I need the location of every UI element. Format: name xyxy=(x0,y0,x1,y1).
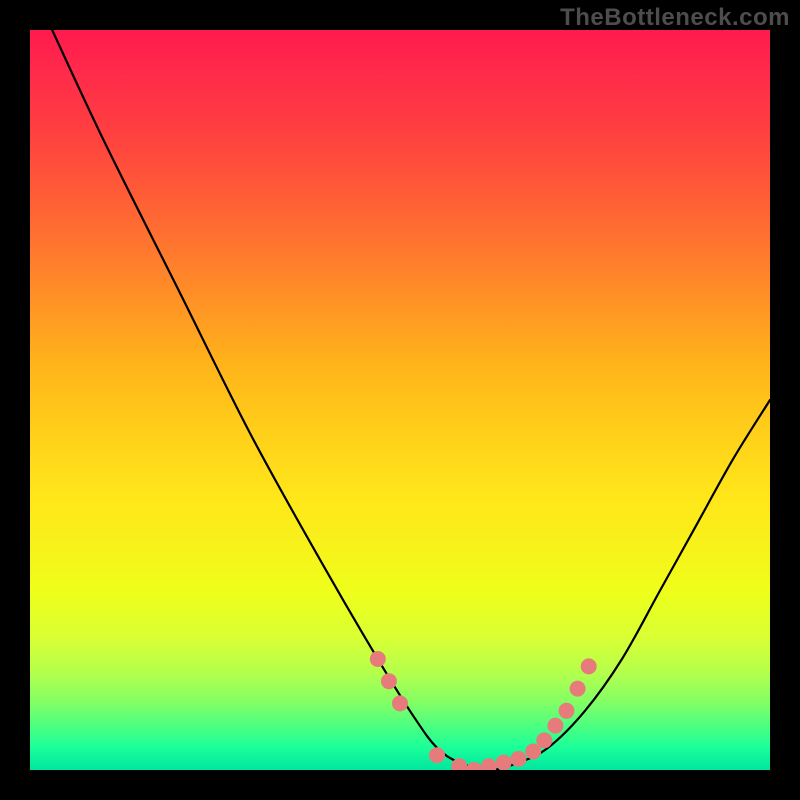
curve-layer xyxy=(30,30,770,770)
marker-dot xyxy=(536,732,552,748)
marker-dot xyxy=(510,751,526,767)
marker-dot xyxy=(466,762,482,770)
marker-dots xyxy=(370,651,597,770)
marker-dot xyxy=(570,681,586,697)
marker-dot xyxy=(392,695,408,711)
marker-dot xyxy=(370,651,386,667)
marker-dot xyxy=(547,718,563,734)
marker-dot xyxy=(481,758,497,770)
marker-dot xyxy=(496,755,512,770)
plot-area xyxy=(30,30,770,770)
bottleneck-curve xyxy=(52,30,770,770)
marker-dot xyxy=(581,658,597,674)
watermark-text: TheBottleneck.com xyxy=(560,4,790,32)
marker-dot xyxy=(559,703,575,719)
marker-dot xyxy=(429,747,445,763)
chart-frame: TheBottleneck.com xyxy=(0,0,800,800)
marker-dot xyxy=(381,673,397,689)
